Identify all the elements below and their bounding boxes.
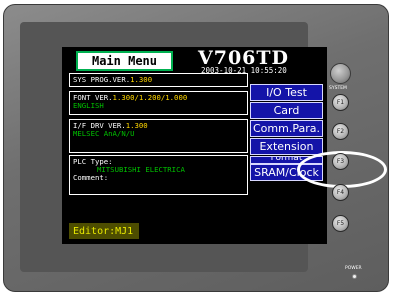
main-menu-title: Main Menu: [76, 51, 173, 71]
power-label: POWER: [345, 266, 362, 271]
plc-box: PLC Type: MITSUBISHI ELECTRICA Comment:: [69, 155, 248, 195]
sys-prog-box: SYS PROG.VER.1.300: [69, 73, 248, 87]
if-drv-box: I/F DRV VER.1.300 MELSEC AnA/N/U: [69, 119, 248, 153]
system-label: SYSTEM: [329, 86, 347, 91]
card-button[interactable]: Card: [250, 102, 323, 119]
f3-button[interactable]: F3: [332, 153, 349, 170]
f1-button[interactable]: F1: [332, 94, 349, 111]
editor-label: Editor:MJ1: [69, 223, 139, 239]
plc-driver-name: MELSEC AnA/N/U: [73, 129, 135, 138]
io-test-button[interactable]: I/O Test: [250, 84, 323, 101]
font-value: 1.300/1.200/1.000: [112, 93, 188, 102]
comm-para-button[interactable]: Comm.Para.: [250, 120, 323, 137]
power-led-icon: [352, 274, 357, 279]
f4-button[interactable]: F4: [332, 184, 349, 201]
f5-button[interactable]: F5: [332, 215, 349, 232]
hmi-screen: Main Menu V706TD 2003-10-21 10:55:20 SYS…: [62, 47, 327, 244]
f2-button[interactable]: F2: [332, 123, 349, 140]
extension-button[interactable]: Extension: [250, 138, 323, 155]
sys-prog-label: SYS PROG.VER.: [73, 75, 131, 84]
sys-prog-value: 1.300: [130, 75, 153, 84]
font-language: ENGLISH: [73, 101, 104, 110]
font-box: FONT VER.1.300/1.200/1.000 ENGLISH: [69, 91, 248, 115]
system-button[interactable]: [330, 63, 351, 84]
comment-label: Comment:: [73, 173, 109, 182]
